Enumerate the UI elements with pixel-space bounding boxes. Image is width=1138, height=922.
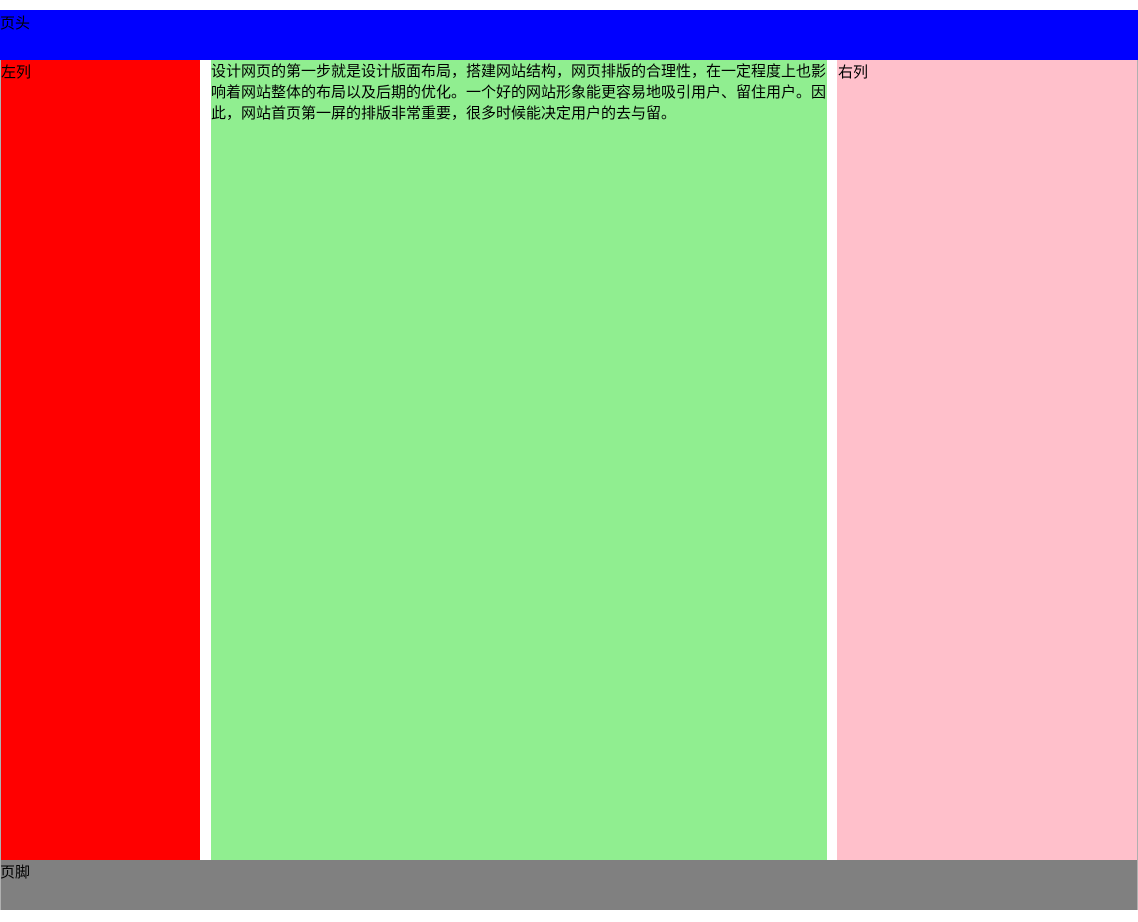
left-frame-border	[0, 60, 1, 910]
page-header: 页头	[0, 10, 1138, 60]
main-column: 设计网页的第一步就是设计版面布局，搭建网站结构，网页排版的合理性，在一定程度上也…	[211, 60, 827, 860]
left-column-label: 左列	[1, 63, 32, 81]
main-column-text: 设计网页的第一步就是设计版面布局，搭建网站结构，网页排版的合理性，在一定程度上也…	[211, 62, 827, 122]
header-label: 页头	[0, 14, 31, 32]
page-root: 页头 左列 设计网页的第一步就是设计版面布局，搭建网站结构，网页排版的合理性，在…	[0, 0, 1138, 922]
right-column-label: 右列	[838, 63, 869, 81]
right-column: 右列	[837, 60, 1138, 860]
footer-label: 页脚	[0, 863, 31, 881]
left-column: 左列	[0, 60, 200, 860]
page-footer: 页脚	[0, 860, 1138, 910]
